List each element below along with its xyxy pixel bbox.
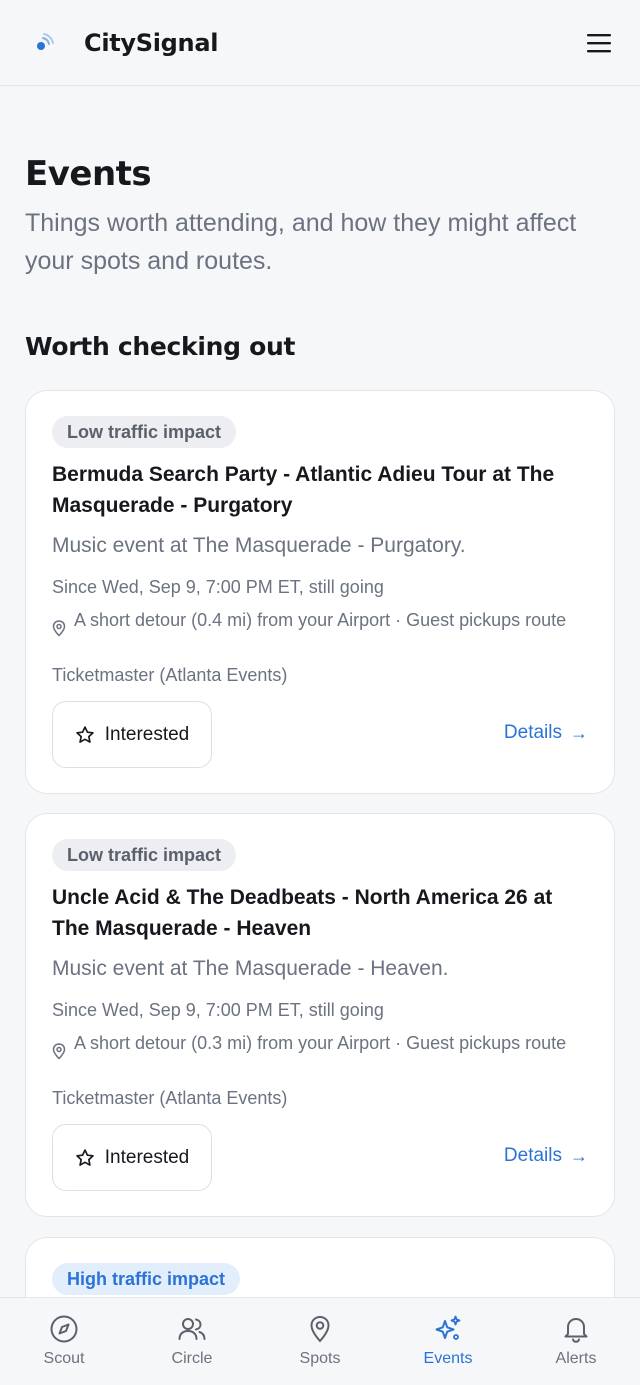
hamburger-menu-icon[interactable] <box>584 28 614 58</box>
nav-label: Alerts <box>555 1350 597 1367</box>
event-title[interactable]: Uncle Acid & The Deadbeats - North Ameri… <box>52 882 592 944</box>
traffic-impact-badge: Low traffic impact <box>52 416 237 448</box>
star-icon <box>76 725 94 743</box>
bell-icon <box>564 1318 588 1343</box>
nav-label: Events <box>423 1350 473 1367</box>
star-icon <box>76 1148 94 1166</box>
event-location-text: A short detour (0.4 mi) from your Airpor… <box>74 610 567 630</box>
event-source: Ticketmaster (Atlanta Events) <box>52 665 288 685</box>
app-name: CitySignal <box>84 28 219 57</box>
event-card: Low traffic impact Uncle Acid & The Dead… <box>25 813 615 1217</box>
map-pin-icon <box>310 1315 330 1343</box>
interested-button[interactable]: Interested <box>52 1124 212 1191</box>
arrow-right-icon: → <box>570 1145 588 1166</box>
top-bar: CitySignal <box>0 0 640 86</box>
event-card: Low traffic impact Bermuda Search Party … <box>25 390 615 794</box>
map-pin-icon <box>52 1031 74 1065</box>
event-description: Music event at The Masquerade - Purgator… <box>52 534 466 557</box>
section-title: Worth checking out <box>25 332 296 361</box>
arrow-right-icon: → <box>570 722 588 743</box>
people-icon <box>178 1318 206 1340</box>
nav-item-scout[interactable]: Scout <box>0 1298 128 1385</box>
details-link[interactable]: Details → <box>504 722 588 744</box>
event-title[interactable]: Bermuda Search Party - Atlantic Adieu To… <box>52 459 592 521</box>
nav-item-events[interactable]: Events <box>384 1298 512 1385</box>
page-title: Events <box>25 154 152 194</box>
event-location: A short detour (0.3 mi) from your Airpor… <box>52 1031 592 1065</box>
traffic-impact-badge: Low traffic impact <box>52 839 237 871</box>
event-time: Since Wed, Sep 9, 7:00 PM ET, still goin… <box>52 577 384 597</box>
nav-label: Circle <box>171 1350 213 1367</box>
interested-label: Interested <box>104 1146 190 1168</box>
compass-icon <box>50 1315 78 1343</box>
nav-label: Scout <box>43 1350 85 1367</box>
interested-label: Interested <box>104 723 190 745</box>
map-pin-icon <box>52 608 74 642</box>
nav-label: Spots <box>299 1350 341 1367</box>
sparkles-icon <box>435 1315 461 1340</box>
interested-button[interactable]: Interested <box>52 701 212 768</box>
details-label: Details <box>503 722 562 743</box>
event-description: Music event at The Masquerade - Heaven. <box>52 957 449 980</box>
event-location-text: A short detour (0.3 mi) from your Airpor… <box>74 1033 567 1053</box>
details-label: Details <box>503 1145 562 1166</box>
nav-item-circle[interactable]: Circle <box>128 1298 256 1385</box>
traffic-impact-badge: High traffic impact <box>52 1263 241 1295</box>
event-location: A short detour (0.4 mi) from your Airpor… <box>52 608 592 642</box>
bottom-nav: Scout Circle Spots Events Alerts <box>0 1297 640 1385</box>
details-link[interactable]: Details → <box>504 1145 588 1167</box>
brand[interactable]: CitySignal <box>26 28 218 58</box>
page-subtitle: Things worth attending, and how they mig… <box>25 209 577 275</box>
event-source: Ticketmaster (Atlanta Events) <box>52 1088 288 1108</box>
event-time: Since Wed, Sep 9, 7:00 PM ET, still goin… <box>52 1000 384 1020</box>
nav-item-spots[interactable]: Spots <box>256 1298 384 1385</box>
nav-item-alerts[interactable]: Alerts <box>512 1298 640 1385</box>
signal-logo-icon <box>36 28 66 58</box>
